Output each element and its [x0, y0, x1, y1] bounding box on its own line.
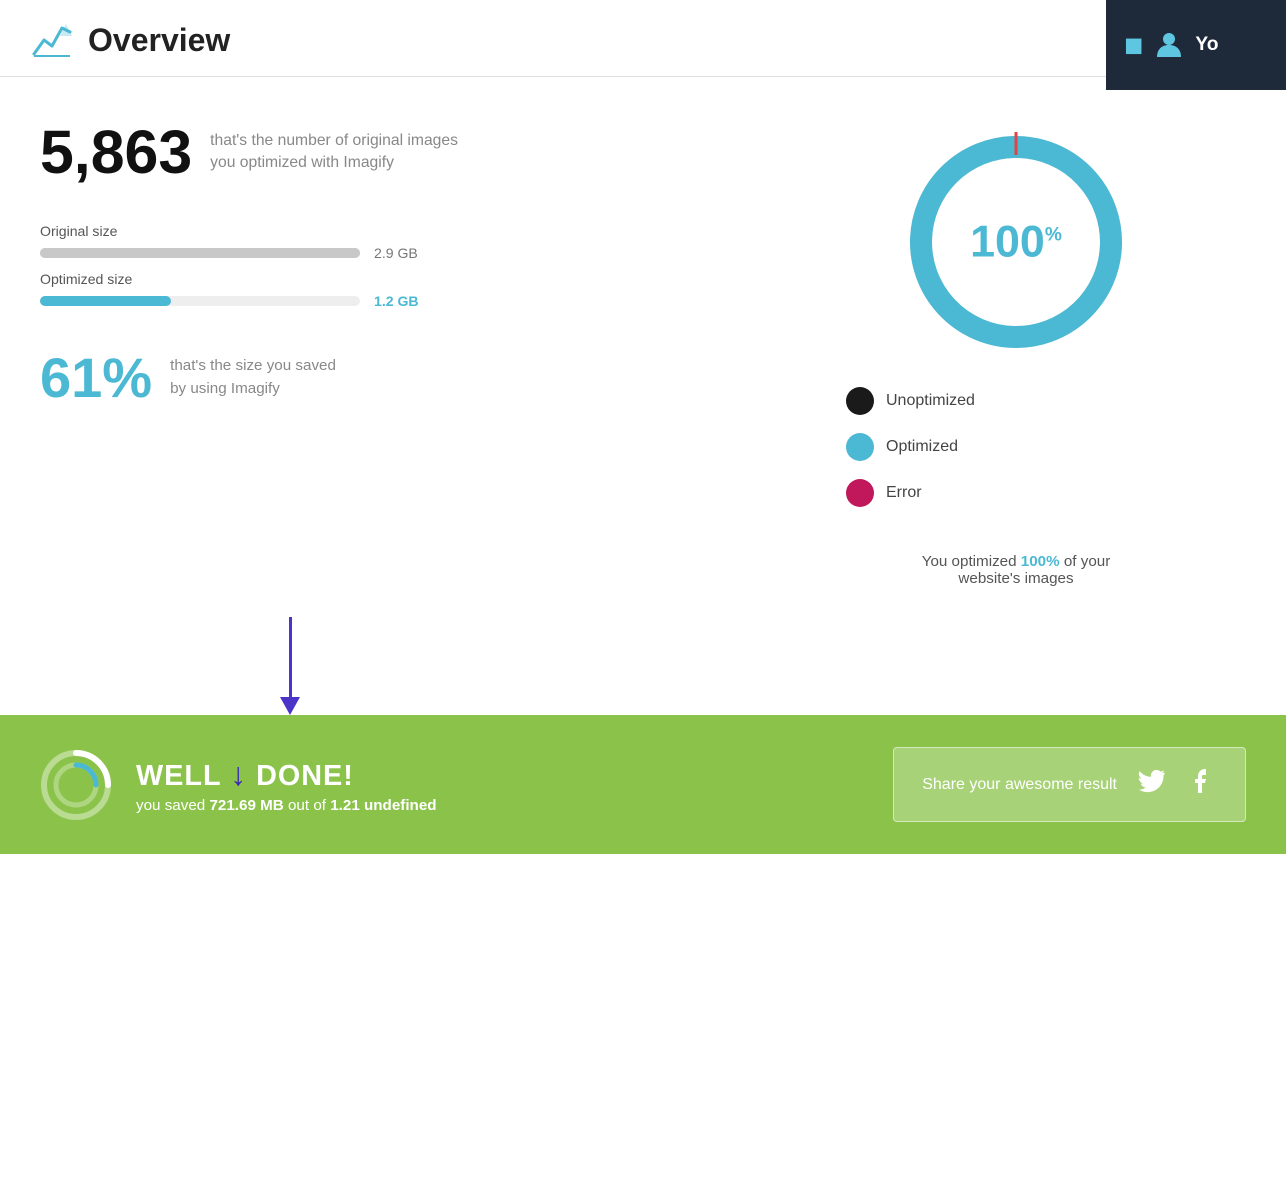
header: Overview ■ Yo: [0, 0, 1286, 77]
user-label: Yo: [1195, 34, 1218, 56]
banner-left: WELL ↓ DONE! you saved 721.69 MB out of …: [40, 749, 437, 821]
twitter-icon[interactable]: [1137, 766, 1167, 803]
original-size-bar-bg: [40, 248, 360, 258]
original-size-value: 2.9 GB: [374, 245, 418, 261]
original-size-bar-fill: [40, 248, 360, 258]
donut-percent: 100: [970, 217, 1045, 267]
saved-prefix: you saved: [136, 797, 209, 814]
optimized-dot: [846, 433, 874, 461]
left-panel: 5,863 that's the number of original imag…: [40, 117, 786, 587]
optimized-size-bar-fill: [40, 296, 171, 306]
legend: Unoptimized Optimized Error: [846, 387, 975, 525]
header-left: Overview: [30, 18, 230, 62]
optimized-size-bar-bg: [40, 296, 360, 306]
savings-percent: 61%: [40, 345, 152, 410]
original-size-label: Original size: [40, 223, 746, 239]
share-text: Share your awesome result: [922, 776, 1117, 794]
arrow-down: [280, 617, 300, 715]
user-icon: [1153, 29, 1185, 61]
chart-icon: [30, 18, 74, 62]
right-panel: 100% Unoptimized Optimized Error You opt…: [786, 117, 1246, 587]
legend-item-error: Error: [846, 479, 975, 507]
green-banner: WELL ↓ DONE! you saved 721.69 MB out of …: [0, 715, 1286, 854]
user-avatar-icon: ■: [1124, 27, 1143, 64]
unoptimized-label: Unoptimized: [886, 392, 975, 410]
legend-item-optimized: Optimized: [846, 433, 975, 461]
opt-percent: 100%: [1021, 553, 1060, 570]
arrow-inline-icon: ↓: [230, 756, 247, 792]
unoptimized-dot: [846, 387, 874, 415]
donut-percent-symbol: %: [1045, 225, 1062, 246]
saved-total: 1.21 undefined: [330, 797, 436, 814]
opt-text-prefix: You optimized: [922, 553, 1021, 570]
facebook-icon[interactable]: [1187, 766, 1217, 803]
images-count-row: 5,863 that's the number of original imag…: [40, 117, 746, 187]
done-text: DONE!: [247, 760, 354, 792]
original-size-bar-row: 2.9 GB: [40, 245, 746, 261]
saved-summary: you saved 721.69 MB out of 1.21 undefine…: [136, 797, 437, 814]
share-box: Share your awesome result: [893, 747, 1246, 822]
arrow-head: [280, 697, 300, 715]
original-size-section: Original size 2.9 GB: [40, 223, 746, 261]
optimized-label: Optimized: [886, 438, 958, 456]
donut-chart: 100%: [901, 127, 1131, 357]
optimized-size-section: Optimized size 1.2 GB: [40, 271, 746, 309]
optimization-summary: You optimized 100% of yourwebsite's imag…: [922, 553, 1111, 587]
donut-center-text: 100%: [970, 217, 1062, 268]
page-title: Overview: [88, 22, 230, 59]
error-dot: [846, 479, 874, 507]
images-count: 5,863: [40, 117, 192, 187]
saved-mid: out of: [284, 797, 330, 814]
banner-text: WELL ↓ DONE! you saved 721.69 MB out of …: [136, 756, 437, 814]
legend-item-unoptimized: Unoptimized: [846, 387, 975, 415]
optimized-size-value: 1.2 GB: [374, 293, 419, 309]
saved-amount: 721.69 MB: [209, 797, 283, 814]
arrow-container: [0, 617, 1286, 715]
arrow-line: [289, 617, 292, 697]
savings-desc: that's the size you saved by using Imagi…: [170, 355, 336, 401]
error-label: Error: [886, 484, 922, 502]
main-content: 5,863 that's the number of original imag…: [0, 77, 1286, 587]
optimized-size-bar-row: 1.2 GB: [40, 293, 746, 309]
images-desc: that's the number of original images you…: [210, 130, 458, 174]
optimized-size-label: Optimized size: [40, 271, 746, 287]
banner-circle-icon: [40, 749, 112, 821]
well-done-title: WELL ↓ DONE!: [136, 756, 437, 793]
well-text: WELL: [136, 760, 230, 792]
user-menu[interactable]: ■ Yo: [1106, 0, 1286, 90]
savings-row: 61% that's the size you saved by using I…: [40, 345, 746, 410]
